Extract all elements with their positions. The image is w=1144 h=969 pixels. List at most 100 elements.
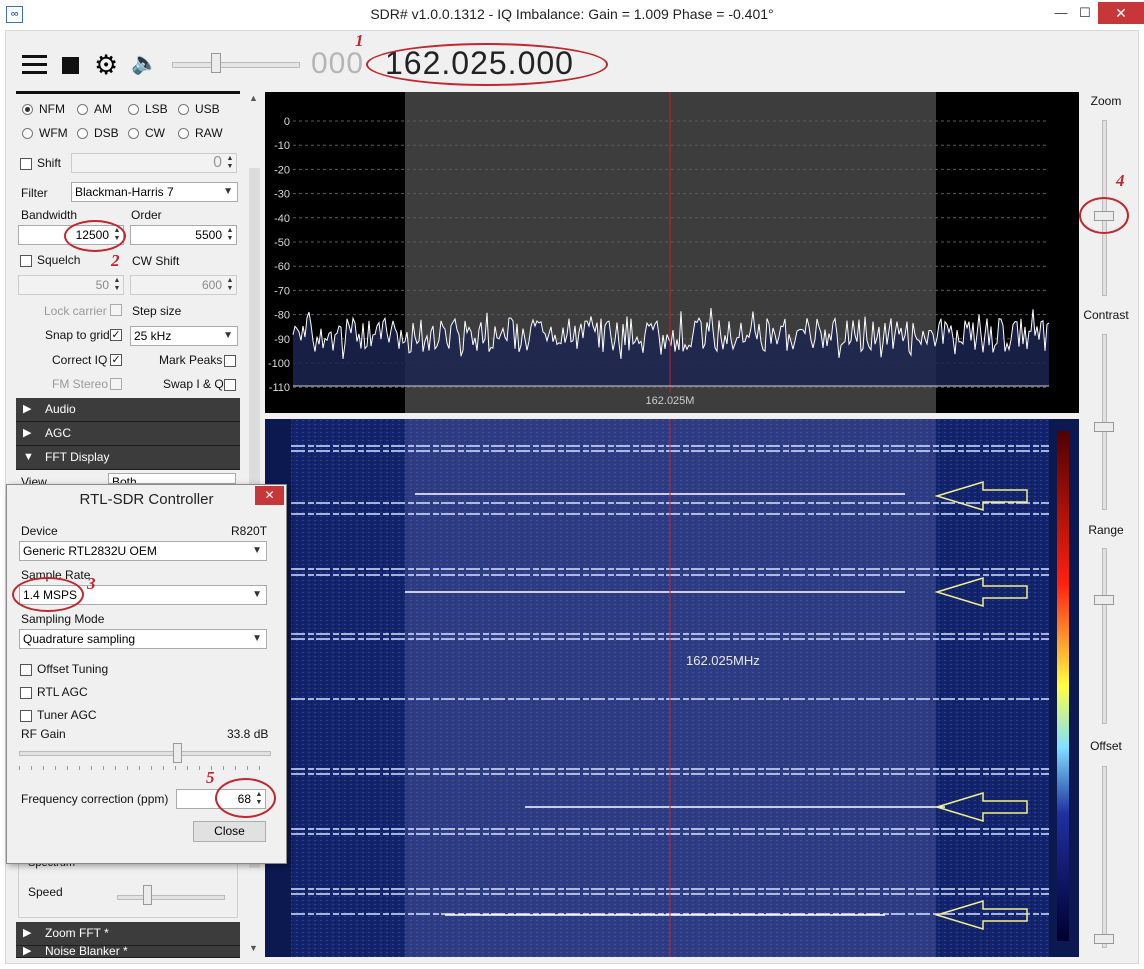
snap-to-grid-label: Snap to grid bbox=[45, 328, 110, 342]
mark-peaks-checkbox[interactable] bbox=[224, 355, 236, 367]
section-agc[interactable]: ▶ AGC bbox=[16, 422, 240, 446]
squelch-input[interactable]: 50 ▲ ▼ bbox=[18, 275, 124, 295]
y-tick-label: -90 bbox=[274, 334, 290, 346]
y-tick-label: -10 bbox=[274, 140, 290, 152]
cw-shift-input[interactable]: 600 ▲ ▼ bbox=[130, 275, 237, 295]
mode-radio-usb[interactable] bbox=[178, 104, 189, 115]
rf-gain-slider-thumb[interactable] bbox=[173, 743, 182, 763]
scroll-up-icon[interactable]: ▲ bbox=[249, 93, 258, 103]
spectrum-analyzer[interactable]: 0 -10 -20 -30 -40 -50 -60 -70 -80 -90 -100 -110 162… bbox=[265, 92, 1079, 413]
menu-icon[interactable] bbox=[22, 55, 47, 75]
section-fft-label: FFT Display bbox=[45, 450, 110, 464]
section-fft-display[interactable]: ▼ FFT Display bbox=[16, 446, 240, 470]
shift-checkbox[interactable] bbox=[20, 158, 32, 170]
y-tick-label: -70 bbox=[274, 285, 290, 297]
mode-label-cw: CW bbox=[145, 126, 165, 140]
annotation-number-3: 3 bbox=[87, 574, 96, 593]
triangle-right-icon: ▶ bbox=[23, 403, 32, 415]
mode-radio-wfm[interactable] bbox=[22, 128, 33, 139]
section-audio[interactable]: ▶ Audio bbox=[16, 398, 240, 422]
chevron-down-icon: ▼ bbox=[252, 545, 262, 556]
waterfall-display[interactable]: 162.025MHz bbox=[265, 419, 1079, 957]
rf-gain-slider-track[interactable] bbox=[19, 751, 271, 756]
device-select[interactable]: Generic RTL2832U OEM ▼ bbox=[19, 541, 267, 561]
range-slider-thumb[interactable] bbox=[1094, 595, 1114, 605]
snap-to-grid-checkbox[interactable]: ✓ bbox=[110, 329, 122, 341]
mode-radio-lsb[interactable] bbox=[128, 104, 139, 115]
step-size-select[interactable]: 25 kHz ▼ bbox=[130, 326, 238, 346]
rf-gain-value: 33.8 dB bbox=[227, 727, 269, 741]
volume-slider-track[interactable] bbox=[172, 62, 300, 68]
sampling-mode-select[interactable]: Quadrature sampling ▼ bbox=[19, 629, 267, 649]
lock-carrier-label: Lock carrier bbox=[44, 304, 107, 318]
stop-icon[interactable] bbox=[62, 57, 79, 74]
section-audio-label: Audio bbox=[45, 402, 76, 416]
speed-label: Speed bbox=[28, 885, 63, 899]
mode-radio-cw[interactable] bbox=[128, 128, 139, 139]
filter-label: Filter bbox=[21, 186, 48, 200]
speaker-icon[interactable]: 🔈 bbox=[131, 50, 158, 76]
minimize-button[interactable]: — bbox=[1048, 2, 1074, 24]
annotation-number-2: 2 bbox=[111, 251, 120, 270]
shift-spinner-icon[interactable]: ▲ ▼ bbox=[225, 155, 235, 171]
maximize-button[interactable]: ☐ bbox=[1072, 2, 1098, 24]
chevron-down-icon: ▼ bbox=[223, 330, 233, 341]
speed-slider-thumb[interactable] bbox=[143, 885, 152, 905]
mode-radio-dsb[interactable] bbox=[77, 128, 88, 139]
check-icon: ✓ bbox=[111, 354, 121, 366]
offset-slider-track[interactable] bbox=[1102, 766, 1107, 948]
dialog-close-icon[interactable]: ✕ bbox=[255, 486, 284, 505]
annotation-number-4: 4 bbox=[1116, 171, 1125, 190]
contrast-label: Contrast bbox=[1083, 308, 1129, 322]
cw-shift-label: CW Shift bbox=[132, 254, 180, 268]
offset-tuning-checkbox[interactable] bbox=[20, 664, 32, 676]
volume-slider-thumb[interactable] bbox=[211, 53, 221, 73]
range-label: Range bbox=[1088, 523, 1124, 537]
dialog-title: RTL-SDR Controller bbox=[79, 491, 214, 508]
tuner-agc-checkbox[interactable] bbox=[20, 710, 32, 722]
contrast-slider-thumb[interactable] bbox=[1094, 422, 1114, 432]
triangle-right-icon: ▶ bbox=[23, 427, 32, 439]
fft-view-select[interactable]: Both bbox=[108, 473, 236, 484]
rf-gain-ticks bbox=[19, 766, 269, 770]
shift-input[interactable]: 0 ▲ ▼ bbox=[71, 153, 237, 173]
filter-select[interactable]: Blackman-Harris 7 ▼ bbox=[71, 182, 238, 202]
range-slider-track[interactable] bbox=[1102, 548, 1107, 724]
fm-stereo-checkbox[interactable] bbox=[110, 378, 122, 390]
squelch-checkbox[interactable] bbox=[20, 255, 32, 267]
section-zoom-fft[interactable]: ▶ Zoom FFT * bbox=[16, 922, 240, 946]
mark-peaks-label: Mark Peaks bbox=[159, 353, 223, 367]
correct-iq-checkbox[interactable]: ✓ bbox=[110, 354, 122, 366]
section-noise-blanker[interactable]: ▶ Noise Blanker * bbox=[16, 946, 240, 958]
order-input[interactable]: 5500 ▲ ▼ bbox=[130, 225, 237, 245]
frequency-dim-digits[interactable]: 000 bbox=[311, 47, 364, 81]
order-value: 5500 bbox=[195, 228, 222, 242]
step-size-label: Step size bbox=[132, 304, 182, 318]
tuner-agc-label: Tuner AGC bbox=[37, 708, 97, 722]
y-tick-label: -100 bbox=[268, 358, 290, 370]
lock-carrier-checkbox[interactable] bbox=[110, 304, 122, 316]
close-window-button[interactable]: ✕ bbox=[1098, 2, 1144, 24]
annotation-number-1: 1 bbox=[355, 31, 364, 50]
mode-radio-nfm[interactable] bbox=[22, 104, 33, 115]
annotation-oval-3 bbox=[12, 577, 84, 612]
y-tick-label: -40 bbox=[274, 213, 290, 225]
mode-label-lsb: LSB bbox=[145, 102, 168, 116]
scroll-down-icon[interactable]: ▼ bbox=[249, 943, 258, 953]
order-spinner-icon[interactable]: ▲ ▼ bbox=[225, 227, 235, 243]
window-title: SDR# v1.0.0.1312 - IQ Imbalance: Gain = … bbox=[370, 6, 774, 22]
dialog-close-button[interactable]: Close bbox=[193, 821, 266, 842]
swap-iq-checkbox[interactable] bbox=[224, 379, 236, 391]
mode-radio-am[interactable] bbox=[77, 104, 88, 115]
mode-radio-raw[interactable] bbox=[178, 128, 189, 139]
cw-shift-spinner-icon[interactable]: ▲ ▼ bbox=[225, 277, 235, 293]
fft-view-value: Both bbox=[112, 475, 137, 484]
swap-iq-label: Swap I & Q bbox=[163, 377, 224, 391]
offset-slider-thumb[interactable] bbox=[1094, 934, 1114, 944]
squelch-spinner-icon[interactable]: ▲ ▼ bbox=[112, 277, 122, 293]
speed-slider-track[interactable] bbox=[117, 895, 225, 900]
gear-icon[interactable]: ⚙ bbox=[94, 50, 118, 81]
triangle-right-icon: ▶ bbox=[23, 927, 32, 939]
frequency-correction-label: Frequency correction (ppm) bbox=[21, 792, 169, 806]
rtl-agc-checkbox[interactable] bbox=[20, 687, 32, 699]
